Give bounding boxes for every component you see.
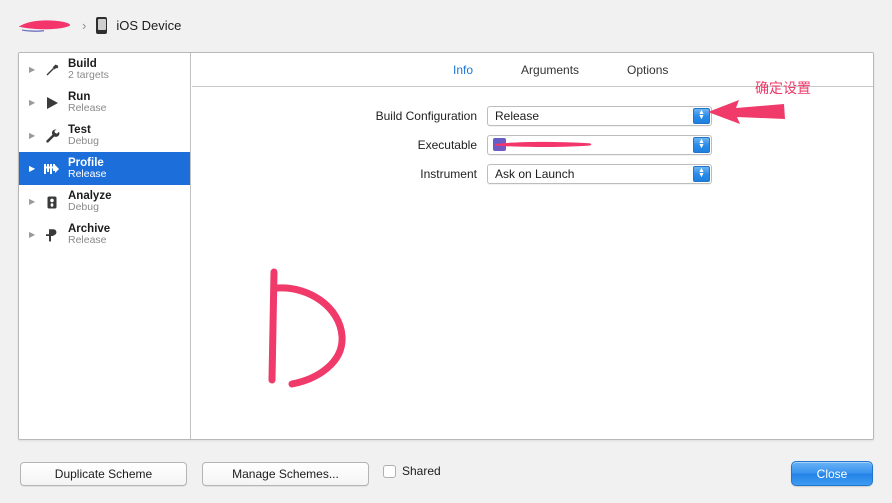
tab-options[interactable]: Options [613, 63, 682, 77]
form-row-build-configuration: Build Configuration Release ▲ ▼ [192, 101, 873, 130]
breadcrumb-separator: › [82, 17, 87, 33]
scheme-toolbar: › iOS Device [0, 0, 892, 50]
executable-popup[interactable]: ▲ ▼ [487, 134, 712, 155]
iphone-icon [96, 16, 108, 34]
wrench-icon [42, 126, 62, 146]
chevron-down-icon: ▼ [698, 171, 705, 179]
stepper-chevrons-icon[interactable]: ▲ ▼ [693, 136, 710, 153]
executable-label: Executable [417, 137, 477, 152]
stepper-chevrons-icon[interactable]: ▲ ▼ [693, 107, 710, 124]
sidebar-item-run[interactable]: ▶ Run Release [19, 86, 190, 119]
disclosure-triangle-icon[interactable]: ▶ [29, 197, 40, 206]
instrument-popup[interactable]: Ask on Launch ▲ ▼ [487, 163, 712, 184]
chevron-down-icon: ▼ [698, 142, 705, 150]
speedometer-icon [42, 159, 62, 179]
scheme-name-redacted[interactable] [18, 17, 76, 33]
sidebar-item-build-subtitle: 2 targets [68, 69, 109, 82]
sidebar-item-analyze-subtitle: Debug [68, 201, 99, 214]
instrument-value: Ask on Launch [495, 166, 575, 181]
build-configuration-popup[interactable]: Release ▲ ▼ [487, 105, 712, 126]
archive-pin-icon [42, 225, 62, 245]
shared-label: Shared [402, 464, 441, 478]
sidebar-item-profile-subtitle: Release [68, 168, 107, 181]
form-row-instrument: Instrument Ask on Launch ▲ ▼ [192, 159, 873, 188]
sidebar-item-run-subtitle: Release [68, 102, 107, 115]
disclosure-triangle-icon[interactable]: ▶ [29, 65, 40, 74]
sidebar-item-build-text: Build 2 targets [68, 58, 109, 81]
scheme-editor-panel: ▶ Build 2 targets ▶ Run Release ▶ Test D… [18, 52, 874, 440]
disclosure-triangle-icon[interactable]: ▶ [29, 230, 40, 239]
sidebar-item-test-subtitle: Debug [68, 135, 99, 148]
manage-schemes-button[interactable]: Manage Schemes... [202, 462, 369, 486]
shared-checkbox[interactable] [383, 464, 396, 478]
sidebar-item-run-text: Run Release [68, 91, 107, 114]
stepper-chevrons-icon[interactable]: ▲ ▼ [693, 165, 710, 182]
hammer-icon [42, 60, 62, 80]
sidebar-item-test[interactable]: ▶ Test Debug [19, 119, 190, 152]
detail-tabbar: Info Arguments Options [192, 53, 873, 87]
tab-info[interactable]: Info [439, 63, 487, 77]
sidebar-item-archive-text: Archive Release [68, 223, 110, 246]
disclosure-triangle-icon[interactable]: ▶ [29, 131, 40, 140]
shared-checkbox-group[interactable]: Shared [383, 464, 441, 478]
sidebar-item-profile[interactable]: ▶ Profile Release [19, 152, 190, 185]
instrument-label: Instrument [420, 166, 477, 181]
build-configuration-label: Build Configuration [375, 108, 477, 123]
sidebar-item-test-text: Test Debug [68, 124, 99, 147]
tab-arguments[interactable]: Arguments [507, 63, 593, 77]
sheet-footer: Duplicate Scheme Manage Schemes... Share… [0, 455, 892, 503]
sidebar-item-archive[interactable]: ▶ Archive Release [19, 218, 190, 251]
sidebar-item-build[interactable]: ▶ Build 2 targets [19, 53, 190, 86]
scheme-detail-content: Info Arguments Options Build Configurati… [192, 53, 873, 439]
build-configuration-value: Release [495, 108, 540, 123]
sidebar-item-archive-subtitle: Release [68, 234, 107, 247]
disclosure-triangle-icon[interactable]: ▶ [29, 98, 40, 107]
duplicate-scheme-button[interactable]: Duplicate Scheme [20, 462, 187, 486]
close-button[interactable]: Close [791, 461, 873, 486]
device-label[interactable]: iOS Device [116, 18, 181, 33]
scheme-actions-sidebar: ▶ Build 2 targets ▶ Run Release ▶ Test D… [19, 53, 191, 439]
info-form: Build Configuration Release ▲ ▼ Executab… [192, 87, 873, 188]
microscope-icon [42, 192, 62, 212]
chevron-down-icon: ▼ [698, 113, 705, 121]
disclosure-triangle-icon[interactable]: ▶ [29, 164, 40, 173]
executable-value-redacted [493, 138, 643, 151]
form-row-executable: Executable ▲ ▼ [192, 130, 873, 159]
app-window: › iOS Device ▶ Build 2 targets ▶ Run Rel… [0, 0, 892, 503]
sidebar-item-profile-text: Profile Release [68, 157, 107, 180]
sidebar-item-analyze-text: Analyze Debug [68, 190, 111, 213]
sidebar-item-analyze[interactable]: ▶ Analyze Debug [19, 185, 190, 218]
play-icon [42, 93, 62, 113]
